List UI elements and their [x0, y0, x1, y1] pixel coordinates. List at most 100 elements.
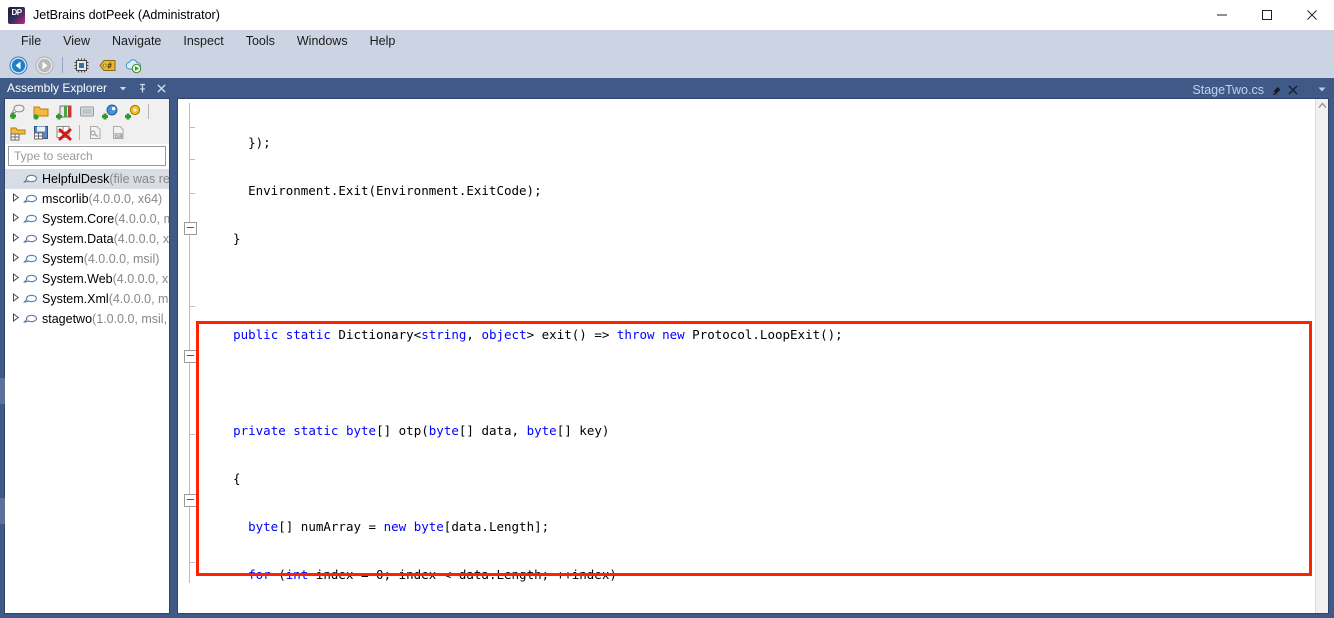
tree-item-label: System.Xml — [42, 292, 109, 306]
code-line: byte[] numArray = new byte[data.Length]; — [200, 519, 1316, 535]
main-area: Assembly Explorer — [0, 78, 1334, 618]
code-line: private static byte[] otp(byte[] data, b… — [200, 423, 1316, 439]
svg-text:#: # — [107, 61, 112, 70]
search-box[interactable] — [8, 146, 166, 166]
assembly-explorer-title: Assembly Explorer — [7, 81, 115, 95]
tab-list-button[interactable] — [1314, 81, 1330, 97]
tree-item-system-xml[interactable]: System.Xml (4.0.0.0, ms — [5, 289, 169, 309]
code-line: for (int index = 0; index < data.Length;… — [200, 567, 1316, 583]
pdb-file-icon[interactable]: PDB — [107, 123, 129, 143]
fold-toggle[interactable] — [184, 494, 197, 507]
forward-button[interactable] — [32, 54, 56, 76]
menu-item-tools[interactable]: Tools — [235, 32, 286, 50]
tree-item-system-web[interactable]: System.Web (4.0.0.0, x6 — [5, 269, 169, 289]
fold-toggle[interactable] — [184, 350, 197, 363]
menu-bar: File View Navigate Inspect Tools Windows… — [0, 30, 1334, 52]
search-input[interactable] — [11, 148, 171, 164]
menu-item-help[interactable]: Help — [359, 32, 407, 50]
pin-icon[interactable] — [1270, 83, 1283, 96]
menu-item-navigate[interactable]: Navigate — [101, 32, 172, 50]
tree-item-label: HelpfulDesk — [42, 172, 109, 186]
code-line: Environment.Exit(Environment.ExitCode); — [200, 183, 1316, 199]
expand-arrow-icon[interactable] — [9, 229, 22, 249]
pdb-generate-icon[interactable] — [84, 123, 106, 143]
tree-item-meta: (4.0.0.0, x64) — [89, 192, 163, 206]
menu-item-view[interactable]: View — [52, 32, 101, 50]
code-line: }); — [200, 135, 1316, 151]
tree-item-stagetwo[interactable]: stagetwo (1.0.0.0, msil, — [5, 309, 169, 329]
tree-item-helpfuldesk[interactable]: HelpfulDesk (file was re — [5, 169, 169, 189]
menu-item-windows[interactable]: Windows — [286, 32, 359, 50]
close-icon[interactable] — [1286, 83, 1299, 96]
code-content[interactable]: }); Environment.Exit(Environment.ExitCod… — [200, 99, 1316, 613]
tree-item-label: stagetwo — [42, 312, 92, 326]
fold-toggle[interactable] — [184, 222, 197, 235]
expand-arrow-icon[interactable] — [9, 269, 22, 289]
assembly-tree[interactable]: HelpfulDesk (file was remscorlib (4.0.0.… — [5, 169, 169, 613]
tree-item-system[interactable]: System (4.0.0.0, msil) — [5, 249, 169, 269]
tree-item-mscorlib[interactable]: mscorlib (4.0.0.0, x64) — [5, 189, 169, 209]
assembly-explorer-toolbar: PDB — [5, 99, 169, 144]
export-icon[interactable] — [7, 123, 29, 143]
window-controls — [1199, 0, 1334, 30]
code-line — [200, 375, 1316, 391]
back-button[interactable] — [6, 54, 30, 76]
assembly-icon — [22, 192, 38, 206]
tree-item-label: mscorlib — [42, 192, 89, 206]
tree-item-meta: (4.0.0.0, m — [114, 212, 169, 226]
panel-splitter-grip-bottom[interactable] — [0, 498, 5, 524]
cloud-play-icon[interactable] — [121, 54, 145, 76]
menu-item-file[interactable]: File — [10, 32, 52, 50]
tree-item-meta: (4.0.0.0, ms — [109, 292, 169, 306]
assembly-explorer-body: PDB — [4, 98, 170, 614]
close-icon[interactable] — [153, 80, 169, 96]
menu-item-inspect[interactable]: Inspect — [172, 32, 234, 50]
save-icon[interactable] — [30, 123, 52, 143]
fold-tick — [189, 562, 195, 563]
maximize-button[interactable] — [1244, 0, 1289, 30]
editor-vertical-scrollbar[interactable] — [1315, 99, 1328, 613]
tag-icon[interactable]: # — [95, 54, 119, 76]
tree-item-system-core[interactable]: System.Core (4.0.0.0, m — [5, 209, 169, 229]
add-assembly-icon[interactable] — [7, 102, 29, 122]
fold-tick — [189, 434, 195, 435]
assembly-toolbar-separator — [148, 104, 149, 119]
assembly-icon — [22, 312, 38, 326]
fold-tick — [189, 193, 195, 194]
minimize-button[interactable] — [1199, 0, 1244, 30]
assembly-icon — [22, 232, 38, 246]
panel-splitter-grip-top[interactable] — [0, 378, 5, 404]
tree-item-system-data[interactable]: System.Data (4.0.0.0, x6 — [5, 229, 169, 249]
tree-item-meta: (4.0.0.0, x6 — [114, 232, 169, 246]
expand-arrow-icon[interactable] — [9, 189, 22, 209]
tree-item-meta: (4.0.0.0, msil) — [84, 252, 160, 266]
assembly-toolbar-separator-2 — [79, 125, 80, 140]
assembly-icon — [22, 292, 38, 306]
code-line: public static Dictionary<string, object>… — [200, 327, 1316, 343]
assembly-icon — [22, 212, 38, 226]
close-button[interactable] — [1289, 0, 1334, 30]
tree-item-label: System — [42, 252, 84, 266]
pin-icon[interactable] — [134, 80, 150, 96]
open-folder-icon[interactable] — [30, 102, 52, 122]
expand-arrow-icon[interactable] — [9, 309, 22, 329]
process-icon[interactable] — [76, 102, 98, 122]
chevron-up-icon[interactable] — [1316, 99, 1328, 111]
chip-icon[interactable] — [69, 54, 93, 76]
gac-icon[interactable] — [53, 102, 75, 122]
toolbar-separator — [62, 57, 63, 73]
expand-arrow-icon[interactable] — [9, 289, 22, 309]
package-icon[interactable] — [122, 102, 144, 122]
expand-arrow-icon[interactable] — [9, 209, 22, 229]
editor-fold-gutter[interactable] — [178, 99, 200, 613]
expand-arrow-icon[interactable] — [9, 249, 22, 269]
nuget-icon[interactable] — [99, 102, 121, 122]
title-bar: JetBrains dotPeek (Administrator) — [0, 0, 1334, 30]
editor-panel: StageTwo.cs — [172, 78, 1334, 618]
tab-stagetwo-cs[interactable]: StageTwo.cs — [1182, 79, 1308, 100]
chevron-down-icon[interactable] — [115, 80, 131, 96]
fold-tick — [189, 127, 195, 128]
dotpeek-icon — [8, 7, 25, 24]
code-editor[interactable]: }); Environment.Exit(Environment.ExitCod… — [177, 98, 1329, 614]
remove-red-x-icon[interactable] — [53, 123, 75, 143]
